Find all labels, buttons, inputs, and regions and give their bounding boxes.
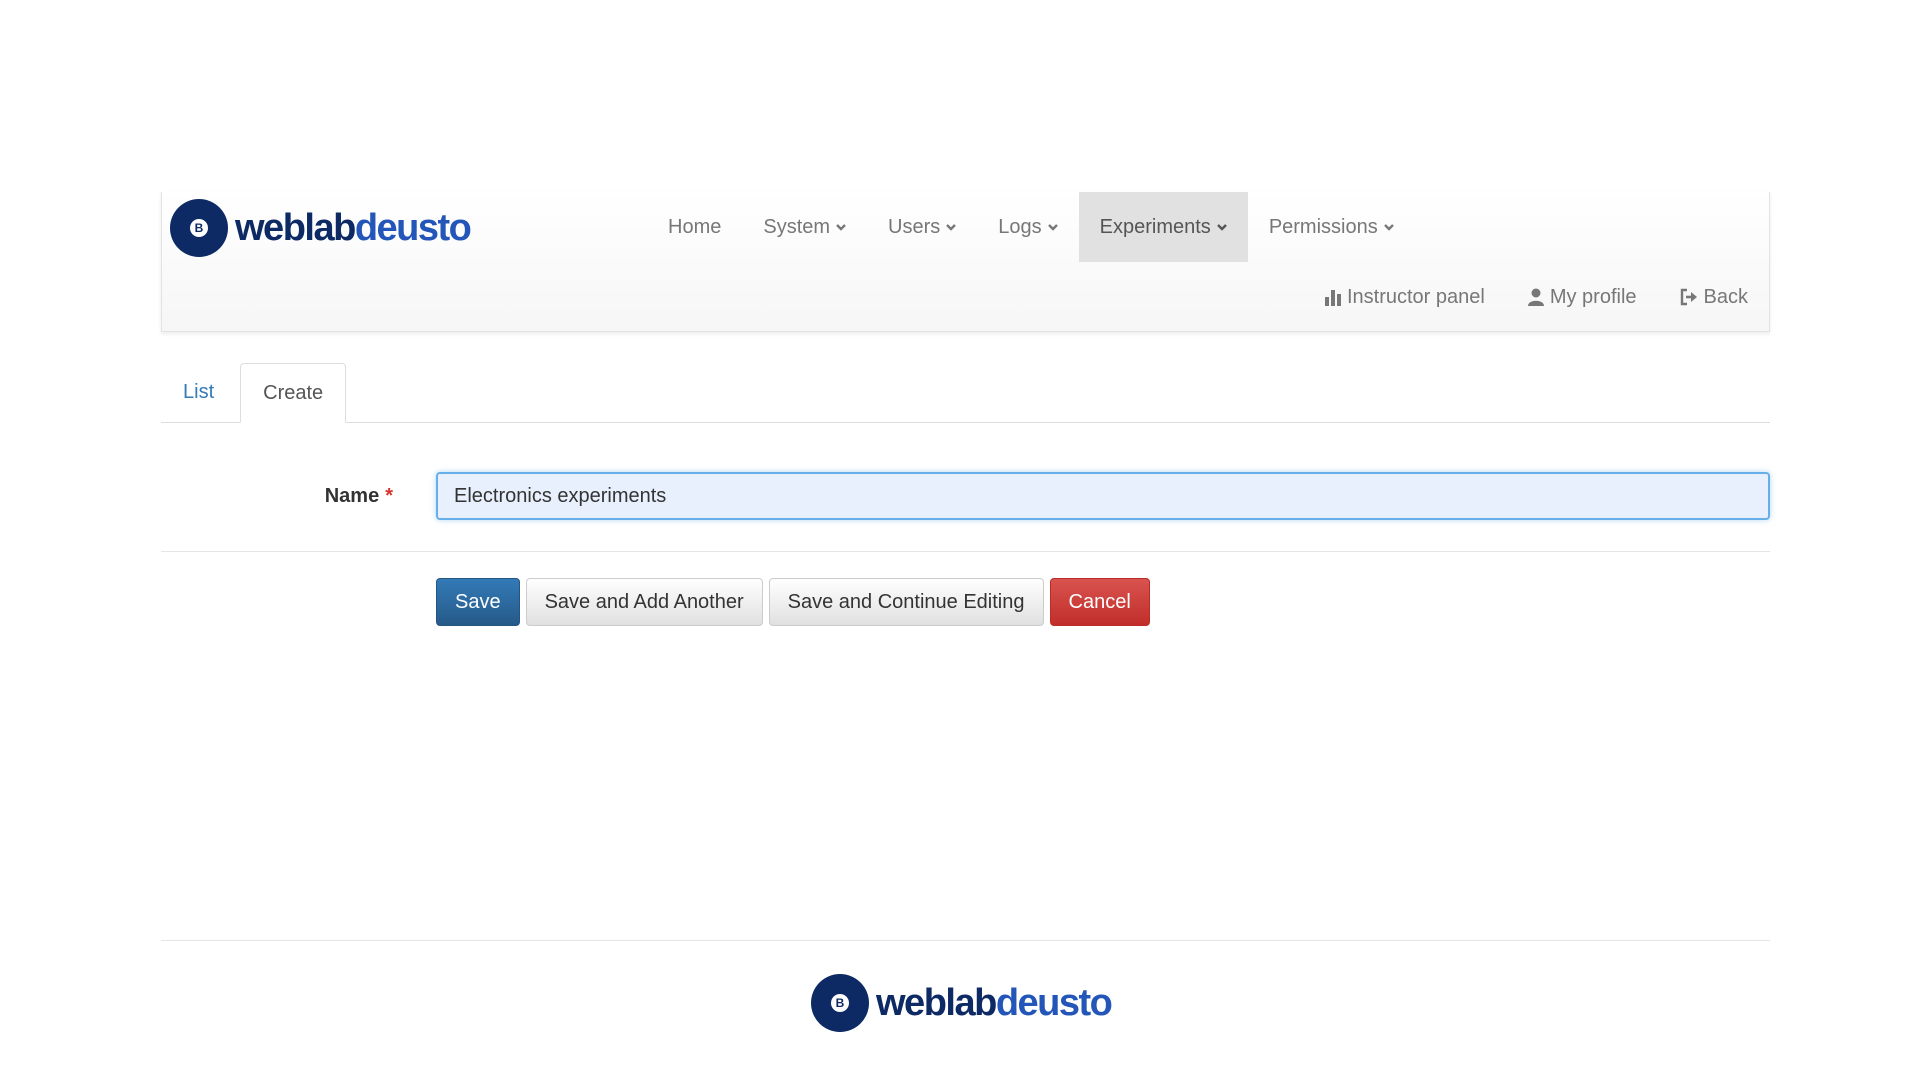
- nav-logs[interactable]: Logs: [977, 192, 1078, 262]
- nav-logs-label: Logs: [998, 215, 1042, 238]
- instructor-panel-label: Instructor panel: [1346, 285, 1485, 308]
- sign-out-icon: [1680, 288, 1697, 306]
- nav-users-label: Users: [888, 215, 941, 238]
- nav-users[interactable]: Users: [867, 192, 977, 262]
- nav-home-label: Home: [668, 215, 722, 238]
- footer-logo-badge-icon: B: [811, 974, 869, 1032]
- user-icon: [1527, 288, 1544, 306]
- secondary-menu: Instructor panel My profile Back: [1282, 262, 1748, 332]
- name-label-text: Name: [324, 484, 380, 507]
- tab-list[interactable]: List: [161, 363, 236, 422]
- my-profile-label: My profile: [1549, 285, 1637, 308]
- tab-create[interactable]: Create: [240, 363, 347, 423]
- footer-brand-name-part2: deusto: [995, 981, 1113, 1024]
- cancel-button[interactable]: Cancel: [1049, 578, 1150, 626]
- my-profile-link[interactable]: My profile: [1527, 286, 1637, 309]
- name-field-label: Name *: [161, 472, 393, 520]
- chevron-down-icon: [946, 224, 957, 231]
- back-link[interactable]: Back: [1679, 286, 1748, 309]
- tab-create-label: Create: [263, 381, 324, 404]
- tab-list-label: List: [183, 381, 215, 403]
- view-tabs: List Create: [161, 363, 1770, 423]
- footer-brand-name: weblabdeusto: [876, 981, 1113, 1025]
- logo-glyph: B: [190, 219, 208, 237]
- footer-logo: B weblabdeusto: [811, 974, 1113, 1032]
- instructor-panel-link[interactable]: Instructor panel: [1324, 286, 1485, 309]
- logo-badge-icon: B: [170, 199, 228, 257]
- chevron-down-icon: [1047, 224, 1058, 231]
- save-and-add-another-button[interactable]: Save and Add Another: [525, 578, 763, 626]
- brand-name-part2: deusto: [354, 206, 472, 249]
- nav-home[interactable]: Home: [647, 192, 742, 262]
- chevron-down-icon: [836, 224, 846, 231]
- main-menu: Home System Users Logs Experiments Permi…: [647, 192, 1415, 262]
- footer-logo-glyph: B: [831, 994, 849, 1012]
- top-navbar: B weblabdeusto Home System Users Logs Ex…: [161, 192, 1770, 332]
- save-button[interactable]: Save: [436, 578, 520, 626]
- nav-experiments[interactable]: Experiments: [1078, 192, 1248, 262]
- brand-logo[interactable]: B weblabdeusto: [170, 199, 472, 257]
- nav-permissions-label: Permissions: [1268, 215, 1378, 238]
- form-actions: Save Save and Add Another Save and Conti…: [436, 578, 1156, 626]
- required-mark: *: [385, 484, 393, 507]
- chevron-down-icon: [1383, 224, 1394, 231]
- footer-divider: [161, 940, 1770, 941]
- nav-experiments-label: Experiments: [1099, 215, 1211, 238]
- brand-name-part1: weblab: [235, 206, 356, 249]
- save-and-continue-editing-button[interactable]: Save and Continue Editing: [768, 578, 1044, 626]
- nav-permissions[interactable]: Permissions: [1248, 192, 1415, 262]
- nav-system[interactable]: System: [742, 192, 867, 262]
- brand-name: weblabdeusto: [235, 206, 472, 250]
- name-input[interactable]: [436, 472, 1770, 520]
- chevron-down-icon: [1216, 224, 1227, 231]
- back-label: Back: [1703, 285, 1748, 308]
- footer-brand-name-part1: weblab: [876, 981, 997, 1024]
- form-divider: [161, 551, 1770, 552]
- bar-chart-icon: [1324, 290, 1341, 306]
- nav-system-label: System: [763, 215, 831, 238]
